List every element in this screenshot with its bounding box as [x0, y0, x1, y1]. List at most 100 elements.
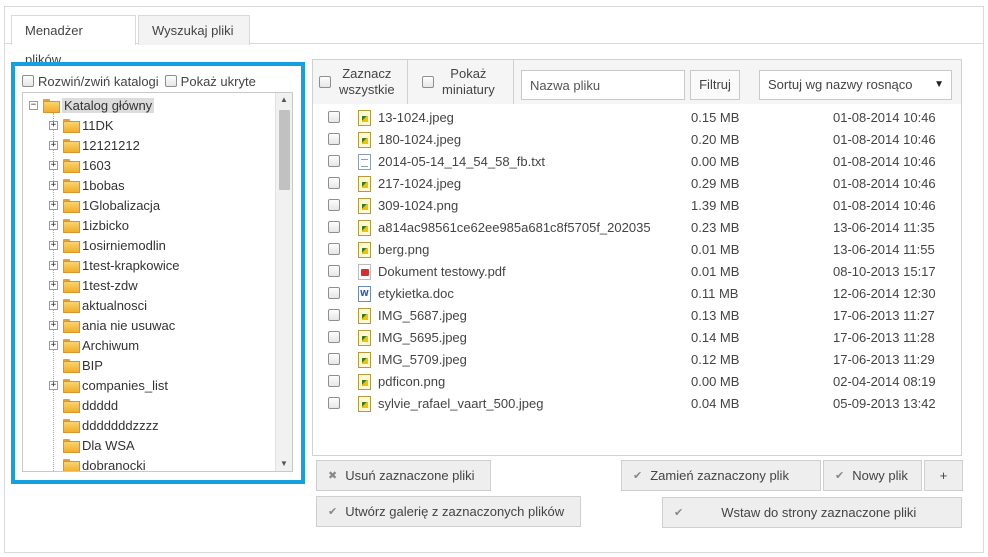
file-row[interactable]: berg.png 0.01 MB 13-06-2014 11:55 — [313, 239, 961, 261]
file-checkbox[interactable] — [328, 265, 340, 277]
file-name[interactable]: IMG_5687.jpeg — [378, 308, 650, 323]
file-name[interactable]: sylvie_rafael_vaart_500.jpeg — [378, 396, 650, 411]
tree-folder[interactable]: +1izbicko — [49, 215, 129, 235]
tree-folder[interactable]: dddddddzzzz — [49, 415, 159, 435]
expand-icon[interactable]: + — [49, 260, 58, 270]
expand-collapse-checkbox[interactable] — [22, 75, 34, 87]
image-file-icon — [358, 198, 371, 214]
file-name[interactable]: IMG_5709.jpeg — [378, 352, 650, 367]
file-checkbox[interactable] — [328, 397, 340, 409]
file-row[interactable]: pdficon.png 0.00 MB 02-04-2014 08:19 — [313, 371, 961, 393]
tree-folder[interactable]: +1osirniemodlin — [49, 235, 166, 255]
file-row[interactable]: 13-1024.jpeg 0.15 MB 01-08-2014 10:46 — [313, 107, 961, 129]
file-row[interactable]: IMG_5687.jpeg 0.13 MB 17-06-2013 11:27 — [313, 305, 961, 327]
expand-icon[interactable]: + — [49, 220, 58, 230]
create-gallery-button[interactable]: ✔ Utwórz galerię z zaznaczonych plików — [316, 496, 581, 527]
scrollbar-thumb[interactable] — [279, 110, 290, 190]
tree-folder[interactable]: Dla WSA — [49, 435, 135, 455]
file-checkbox[interactable] — [328, 133, 340, 145]
file-checkbox[interactable] — [328, 287, 340, 299]
tree-folder[interactable]: +1Globalizacja — [49, 195, 160, 215]
tree-folder[interactable]: dobranocki — [49, 455, 146, 471]
add-button[interactable]: + — [924, 460, 963, 491]
tree-folder[interactable]: + ania nie usuwac — [49, 315, 175, 335]
tree-scrollbar[interactable]: ▲ ▼ — [275, 93, 292, 471]
file-row[interactable]: 217-1024.jpeg 0.29 MB 01-08-2014 10:46 — [313, 173, 961, 195]
file-checkbox[interactable] — [328, 331, 340, 343]
file-checkbox[interactable] — [328, 309, 340, 321]
expand-icon[interactable]: + — [49, 200, 58, 210]
file-name[interactable]: IMG_5695.jpeg — [378, 330, 650, 345]
file-name[interactable]: 217-1024.jpeg — [378, 176, 650, 191]
file-row[interactable]: etykietka.doc 0.11 MB 12-06-2014 12:30 — [313, 283, 961, 305]
tree-folder[interactable]: +1603 — [49, 155, 111, 175]
show-thumbnails-checkbox[interactable] — [422, 76, 434, 88]
file-row[interactable]: sylvie_rafael_vaart_500.jpeg 0.04 MB 05-09… — [313, 393, 961, 415]
tree-folder[interactable]: ddddd — [49, 395, 118, 415]
tree-folder[interactable]: +1test-zdw — [49, 275, 138, 295]
sort-select-value: Sortuj wg nazwy rosnąco — [768, 77, 913, 92]
file-row[interactable]: 180-1024.jpeg 0.20 MB 01-08-2014 10:46 — [313, 129, 961, 151]
file-name-filter-input[interactable] — [521, 70, 685, 100]
file-checkbox[interactable] — [328, 221, 340, 233]
tree-folder[interactable]: +1bobas — [49, 175, 125, 195]
file-name[interactable]: a814ac98561ce62ee985a681c8f5705f_2020351 — [378, 220, 650, 235]
tab-file-manager[interactable]: Menadżer plików — [11, 15, 136, 67]
sort-select[interactable]: Sortuj wg nazwy rosnąco ▼ — [759, 70, 952, 100]
file-checkbox[interactable] — [328, 375, 340, 387]
file-checkbox[interactable] — [328, 353, 340, 365]
file-name[interactable]: pdficon.png — [378, 374, 650, 389]
tree-folder[interactable]: + companies_list — [49, 375, 168, 395]
select-all-checkbox[interactable] — [319, 76, 331, 88]
tree-folder[interactable]: + Archiwum — [49, 335, 139, 355]
show-thumbnails-button[interactable]: Pokaż miniatury — [416, 60, 514, 104]
tree-folder[interactable]: +11DK — [49, 115, 114, 135]
expand-icon[interactable]: + — [49, 140, 58, 150]
file-row[interactable]: IMG_5695.jpeg 0.14 MB 17-06-2013 11:28 — [313, 327, 961, 349]
file-row[interactable]: a814ac98561ce62ee985a681c8f5705f_2020351… — [313, 217, 961, 239]
expand-icon[interactable]: + — [49, 300, 58, 310]
expand-icon[interactable]: + — [49, 380, 58, 390]
file-name[interactable]: 2014-05-14_14_54_58_fb.txt — [378, 154, 650, 169]
tree-folder[interactable]: BIP — [49, 355, 103, 375]
file-row[interactable]: 2014-05-14_14_54_58_fb.txt 0.00 MB 01-08-2… — [313, 151, 961, 173]
tree-folder[interactable]: + aktualnosci — [49, 295, 147, 315]
collapse-icon[interactable]: − — [29, 100, 38, 110]
file-name[interactable]: berg.png — [378, 242, 650, 257]
expand-icon[interactable]: + — [49, 120, 58, 130]
delete-selected-button[interactable]: ✖ Usuń zaznaczone pliki — [316, 460, 491, 491]
file-checkbox[interactable] — [328, 199, 340, 211]
file-name[interactable]: 180-1024.jpeg — [378, 132, 650, 147]
show-hidden-checkbox[interactable] — [164, 75, 177, 87]
tree-folder[interactable]: +12121212 — [49, 135, 140, 155]
insert-into-page-button[interactable]: ✔ Wstaw do strony zaznaczone pliki — [662, 497, 962, 528]
expand-icon[interactable]: + — [49, 280, 58, 290]
file-checkbox[interactable] — [328, 243, 340, 255]
tab-search-files[interactable]: Wyszukaj pliki — [138, 15, 250, 45]
file-checkbox[interactable] — [328, 155, 340, 167]
scroll-up-arrow-icon[interactable]: ▲ — [276, 93, 292, 107]
file-row[interactable]: IMG_5709.jpeg 0.12 MB 17-06-2013 11:29 — [313, 349, 961, 371]
folder-icon — [63, 439, 80, 453]
file-checkbox[interactable] — [328, 177, 340, 189]
file-row[interactable]: 309-1024.png 1.39 MB 01-08-2014 10:46 — [313, 195, 961, 217]
expand-icon[interactable]: + — [49, 320, 58, 330]
file-row[interactable]: Dokument testowy.pdf 0.01 MB 08-10-2013 15… — [313, 261, 961, 283]
file-name[interactable]: 309-1024.png — [378, 198, 650, 213]
file-checkbox[interactable] — [328, 111, 340, 123]
filter-button[interactable]: Filtruj — [690, 70, 740, 100]
expand-icon[interactable]: + — [49, 180, 58, 190]
tree-root[interactable]: − Katalog główny — [29, 95, 155, 115]
file-name[interactable]: Dokument testowy.pdf — [378, 264, 650, 279]
tree-folder-label: Dla WSA — [82, 437, 135, 453]
select-all-button[interactable]: Zaznacz wszystkie — [313, 60, 408, 104]
expand-icon[interactable]: + — [49, 160, 58, 170]
expand-icon[interactable]: + — [49, 340, 58, 350]
expand-icon[interactable]: + — [49, 240, 58, 250]
tree-folder[interactable]: +1test-krapkowice — [49, 255, 180, 275]
scroll-down-arrow-icon[interactable]: ▼ — [276, 457, 292, 471]
replace-file-button[interactable]: ✔ Zamień zaznaczony plik — [621, 460, 821, 491]
file-name[interactable]: etykietka.doc — [378, 286, 650, 301]
file-name[interactable]: 13-1024.jpeg — [378, 110, 650, 125]
new-file-button[interactable]: ✔ Nowy plik — [823, 460, 922, 491]
